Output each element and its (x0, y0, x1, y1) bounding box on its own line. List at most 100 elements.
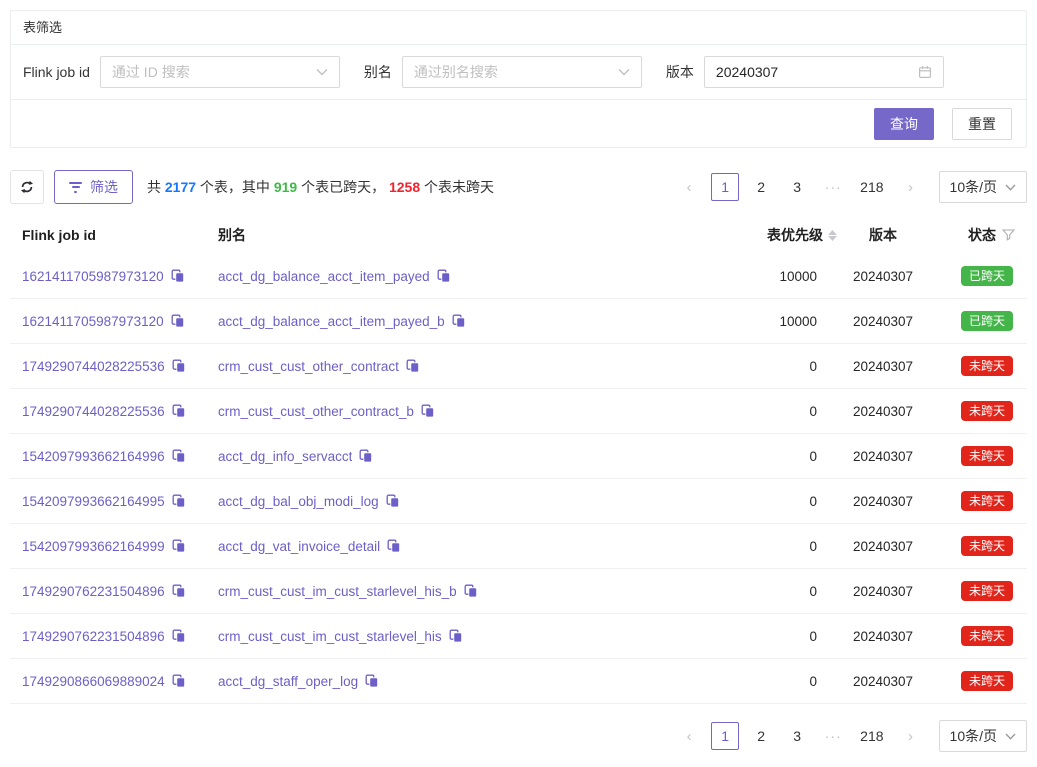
pagination-page-1[interactable]: 1 (711, 722, 739, 750)
copy-icon[interactable] (172, 539, 186, 553)
pagination-page-3[interactable]: 3 (783, 722, 811, 750)
cell-status: 未跨天 (929, 671, 1015, 691)
alias-link[interactable]: crm_cust_cust_im_cust_starlevel_his_b (218, 584, 457, 599)
version-label: 版本 (666, 62, 694, 82)
cell-flink-job-id: 1542097993662164999 (22, 539, 218, 554)
cell-status: 未跨天 (929, 401, 1015, 421)
pagination-prev[interactable]: ‹ (675, 173, 703, 201)
copy-icon[interactable] (172, 629, 186, 643)
cell-priority: 0 (719, 539, 837, 554)
cell-priority: 0 (719, 674, 837, 689)
cell-alias: acct_dg_info_servacct (218, 449, 719, 464)
alias-link[interactable]: crm_cust_cust_other_contract (218, 359, 399, 374)
copy-icon[interactable] (452, 314, 466, 328)
query-button[interactable]: 查询 (874, 108, 934, 140)
copy-icon[interactable] (359, 449, 373, 463)
sort-icon (828, 230, 837, 241)
table-header: Flink job id 别名 表优先级 版本 状态 (10, 216, 1027, 254)
cell-alias: crm_cust_cust_other_contract (218, 359, 719, 374)
alias-link[interactable]: crm_cust_cust_other_contract_b (218, 404, 414, 419)
filter-funnel-icon[interactable] (1002, 229, 1015, 241)
alias-placeholder: 通过别名搜索 (414, 62, 610, 82)
pagination-next[interactable]: › (897, 722, 925, 750)
copy-icon[interactable] (171, 314, 185, 328)
copy-icon[interactable] (406, 359, 420, 373)
job-id-select[interactable]: 通过 ID 搜索 (100, 56, 340, 88)
copy-icon[interactable] (171, 269, 185, 283)
copy-icon[interactable] (387, 539, 401, 553)
header-priority[interactable]: 表优先级 (719, 225, 837, 245)
copy-icon[interactable] (172, 449, 186, 463)
reset-button[interactable]: 重置 (952, 108, 1012, 140)
cell-alias: crm_cust_cust_im_cust_starlevel_his (218, 629, 719, 644)
pagination-page-1[interactable]: 1 (711, 173, 739, 201)
alias-link[interactable]: acct_dg_balance_acct_item_payed (218, 269, 430, 284)
flink-job-id-link[interactable]: 1749290866069889024 (22, 674, 165, 689)
cell-priority: 0 (719, 494, 837, 509)
cell-status: 未跨天 (929, 356, 1015, 376)
copy-icon[interactable] (365, 674, 379, 688)
copy-icon[interactable] (172, 404, 186, 418)
chevron-down-icon (1005, 733, 1016, 740)
cell-version: 20240307 (837, 404, 929, 419)
status-badge: 未跨天 (961, 671, 1013, 691)
table: Flink job id 别名 表优先级 版本 状态 1621411705987… (10, 216, 1027, 704)
cell-alias: acct_dg_vat_invoice_detail (218, 539, 719, 554)
alias-link[interactable]: acct_dg_bal_obj_modi_log (218, 494, 379, 509)
pagination-ellipsis: ··· (819, 722, 847, 750)
copy-icon[interactable] (172, 359, 186, 373)
chevron-down-icon (618, 68, 630, 76)
header-status: 状态 (929, 225, 1015, 245)
alias-link[interactable]: acct_dg_staff_oper_log (218, 674, 358, 689)
cell-status: 已跨天 (929, 311, 1015, 331)
pagination-page-3[interactable]: 3 (783, 173, 811, 201)
version-date-input[interactable]: 20240307 (704, 56, 944, 88)
copy-icon[interactable] (421, 404, 435, 418)
flink-job-id-link[interactable]: 1749290762231504896 (22, 629, 165, 644)
alias-link[interactable]: acct_dg_vat_invoice_detail (218, 539, 380, 554)
flink-job-id-link[interactable]: 1542097993662164995 (22, 494, 165, 509)
filter-toggle-label: 筛选 (90, 177, 118, 197)
flink-job-id-link[interactable]: 1621411705987973120 (22, 314, 164, 329)
cell-version: 20240307 (837, 269, 929, 284)
alias-select[interactable]: 通过别名搜索 (402, 56, 642, 88)
flink-job-id-link[interactable]: 1749290744028225536 (22, 404, 165, 419)
cell-flink-job-id: 1749290866069889024 (22, 674, 218, 689)
chevron-down-icon (316, 68, 328, 76)
copy-icon[interactable] (437, 269, 451, 283)
flink-job-id-link[interactable]: 1542097993662164999 (22, 539, 165, 554)
flink-job-id-link[interactable]: 1621411705987973120 (22, 269, 164, 284)
pagination-prev[interactable]: ‹ (675, 722, 703, 750)
pagination-ellipsis: ··· (819, 173, 847, 201)
flink-job-id-link[interactable]: 1542097993662164996 (22, 449, 165, 464)
pagination-page-218[interactable]: 218 (855, 722, 888, 750)
alias-link[interactable]: acct_dg_info_servacct (218, 449, 352, 464)
table-row: 1542097993662164995 acct_dg_bal_obj_modi_… (10, 479, 1027, 524)
page-size-select[interactable]: 10条/页 (939, 720, 1027, 752)
pagination-bottom: ‹ 123 ··· 218 › 10条/页 (675, 720, 1027, 752)
copy-icon[interactable] (464, 584, 478, 598)
alias-link[interactable]: crm_cust_cust_im_cust_starlevel_his (218, 629, 442, 644)
table-row: 1749290866069889024 acct_dg_staff_oper_lo… (10, 659, 1027, 704)
alias-link[interactable]: acct_dg_balance_acct_item_payed_b (218, 314, 445, 329)
filter-toggle-button[interactable]: 筛选 (54, 170, 133, 204)
pagination-next[interactable]: › (897, 173, 925, 201)
page-size-select[interactable]: 10条/页 (939, 171, 1027, 203)
pagination-page-2[interactable]: 2 (747, 173, 775, 201)
flink-job-id-link[interactable]: 1749290762231504896 (22, 584, 165, 599)
pagination-page-218[interactable]: 218 (855, 173, 888, 201)
job-id-label: Flink job id (23, 64, 90, 80)
pagination-page-2[interactable]: 2 (747, 722, 775, 750)
summary-crossed: 919 (274, 179, 297, 195)
cell-priority: 0 (719, 404, 837, 419)
copy-icon[interactable] (386, 494, 400, 508)
copy-icon[interactable] (172, 494, 186, 508)
copy-icon[interactable] (449, 629, 463, 643)
cell-flink-job-id: 1749290744028225536 (22, 359, 218, 374)
copy-icon[interactable] (172, 674, 186, 688)
cell-version: 20240307 (837, 449, 929, 464)
copy-icon[interactable] (172, 584, 186, 598)
flink-job-id-link[interactable]: 1749290744028225536 (22, 359, 165, 374)
cell-version: 20240307 (837, 494, 929, 509)
refresh-button[interactable] (10, 170, 44, 204)
